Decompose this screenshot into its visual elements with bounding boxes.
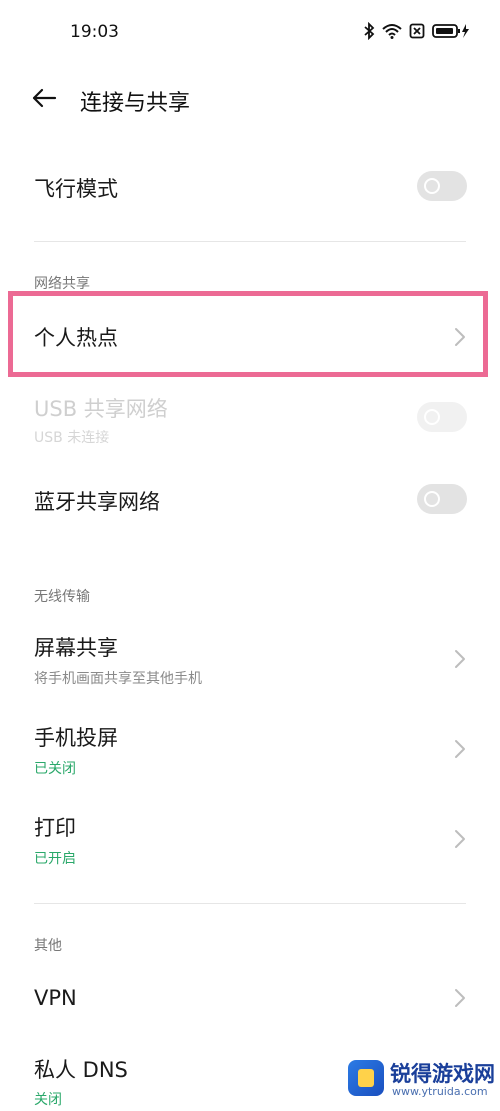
section-other: 其他 [34,938,62,954]
print-label: 打印 [34,816,76,840]
bluetooth-sharing-label: 蓝牙共享网络 [34,490,160,514]
app-header: 连接与共享 [0,66,500,130]
chevron-right-icon [455,830,465,848]
screen-share-subtitle: 将手机画面共享至其他手机 [34,671,202,687]
wifi-icon [382,24,402,39]
watermark: 锐得游戏网 www.ytruida.com [348,1054,496,1104]
screen-share-row[interactable]: 屏幕共享 将手机画面共享至其他手机 [0,620,500,696]
battery-charging-icon [432,24,469,38]
chevron-right-icon [455,989,465,1007]
print-status: 已开启 [34,851,76,867]
usb-sharing-toggle[interactable] [417,402,467,432]
airplane-mode-toggle[interactable] [417,171,467,201]
usb-sharing-label: USB 共享网络 [34,397,168,421]
cast-row[interactable]: 手机投屏 已关闭 [0,710,500,786]
bluetooth-sharing-toggle[interactable] [417,484,467,514]
usb-sharing-subtitle: USB 未连接 [34,430,110,446]
airplane-mode-row[interactable]: 飞行模式 [0,150,500,224]
cast-label: 手机投屏 [34,726,118,750]
private-dns-status: 关闭 [34,1092,62,1108]
status-time: 19:03 [70,22,119,42]
bluetooth-sharing-row[interactable]: 蓝牙共享网络 [0,464,500,536]
watermark-logo-icon [348,1060,384,1096]
watermark-url: www.ytruida.com [392,1085,488,1098]
page-title: 连接与共享 [80,91,191,116]
hotspot-highlight-frame [8,291,488,377]
status-icons [363,22,470,40]
back-button[interactable] [26,80,62,116]
toggle-knob [424,178,440,194]
sim-off-icon [409,23,425,39]
arrow-left-icon [32,88,57,108]
divider [34,241,466,242]
screen-share-label: 屏幕共享 [34,636,118,660]
vpn-label: VPN [34,986,77,1010]
chevron-right-icon [455,740,465,758]
section-network-sharing: 网络共享 [34,276,90,292]
toggle-knob [424,409,440,425]
chevron-right-icon [455,650,465,668]
divider [34,903,466,904]
vpn-row[interactable]: VPN [0,962,500,1034]
status-bar: 19:03 [0,0,500,66]
bluetooth-icon [364,22,375,40]
watermark-name: 锐得游戏网 [390,1062,495,1086]
toggle-knob [424,491,440,507]
cast-status: 已关闭 [34,761,76,777]
section-wireless: 无线传输 [34,589,90,605]
private-dns-label: 私人 DNS [34,1058,128,1082]
usb-sharing-row[interactable]: USB 共享网络 USB 未连接 [0,384,500,454]
airplane-mode-label: 飞行模式 [34,177,118,201]
print-row[interactable]: 打印 已开启 [0,800,500,876]
